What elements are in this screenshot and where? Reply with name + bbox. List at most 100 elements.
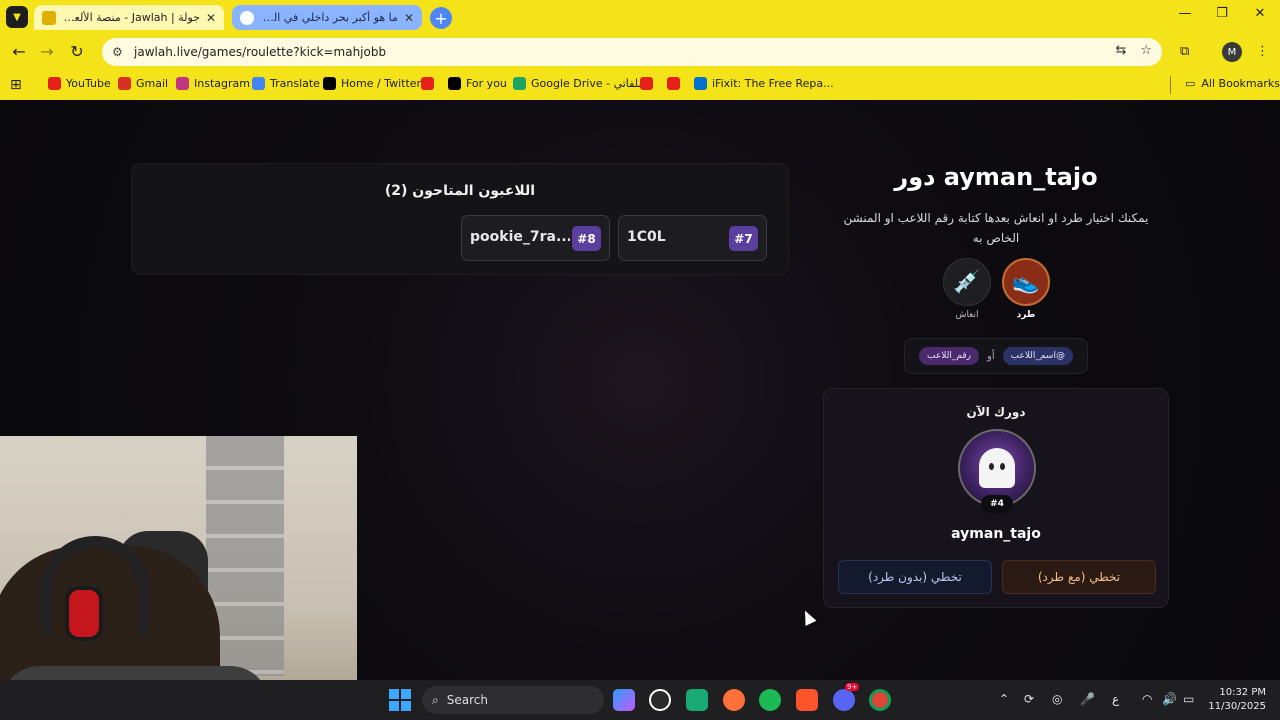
new-tab-button[interactable]: + (430, 7, 452, 29)
forward-button[interactable]: → (36, 42, 58, 61)
ifixit-icon (694, 77, 707, 90)
url-text: jawlah.live/games/roulette?kick=mahjobb (134, 45, 387, 59)
ghost-avatar-icon (979, 448, 1015, 488)
headset-earcup (65, 586, 103, 641)
player-number-badge: #4 (981, 495, 1013, 513)
input-hint: @اسم_اللاعب أو رقم_اللاعب (904, 338, 1088, 374)
taskbar-search[interactable]: ⌕ Search (422, 686, 604, 714)
translate-icon (252, 77, 265, 90)
skip-without-kick-button[interactable]: تخطي (بدون طرد) (838, 560, 992, 594)
turn-description: يمكنك اختيار طرد او انعاش بعدها كتابة رق… (843, 211, 1149, 245)
wifi-icon[interactable]: ◠ (1142, 692, 1152, 706)
site-info-icon[interactable]: ⚙ (112, 45, 126, 59)
revive-action-button[interactable]: 💉 انعاش (942, 258, 992, 320)
time: 10:32 PM (1219, 687, 1266, 698)
instagram-icon (176, 77, 189, 90)
player-mention-chip: @اسم_اللاعب (1002, 347, 1073, 365)
bookmarks-bar: ⊞ YouTube Gmail Instagram Translate Home… (0, 70, 1280, 100)
browser-toolbar: ← → ↻ ⚙ jawlah.live/games/roulette?kick=… (0, 34, 1280, 70)
tab-title: ما هو أكبر بحر داخلي في العالم؟ (260, 11, 398, 24)
brave-icon[interactable] (796, 689, 818, 711)
volume-icon[interactable]: 🔊 (1162, 692, 1177, 706)
youtube-icon (640, 77, 653, 90)
bookmark-ifixit[interactable]: iFixit: The Free Repa... (694, 77, 834, 90)
app-icon[interactable] (686, 689, 708, 711)
gmail-icon (118, 77, 131, 90)
spotify-icon[interactable] (759, 689, 781, 711)
minimize-button[interactable]: — (1170, 6, 1200, 21)
battery-icon[interactable]: ▭ (1183, 692, 1194, 706)
sync-icon[interactable]: ⟳ (1024, 692, 1034, 706)
available-players-title: اللاعبون المتاحون (2) (384, 183, 536, 199)
youtube-icon (421, 77, 434, 90)
kick-action-button[interactable]: 👟 طرد (1001, 258, 1051, 320)
all-bookmarks-button[interactable]: ▭ All Bookmarks (1185, 77, 1280, 90)
or-label: أو (987, 350, 995, 362)
back-button[interactable]: ← (8, 42, 30, 61)
firefox-icon[interactable] (723, 689, 745, 711)
shoe-icon: 👟 (1002, 258, 1050, 306)
windows-start-icon[interactable] (389, 689, 411, 711)
close-tab-icon[interactable]: ✕ (206, 11, 216, 25)
restore-button[interactable]: ❐ (1207, 6, 1237, 21)
tab-title: جولة | Jawlah - منصة الألعاب الت... (62, 11, 200, 24)
player-name: pookie_7ra... (470, 229, 570, 245)
close-window-button[interactable]: ✕ (1245, 6, 1275, 21)
revive-label: انعاش (955, 310, 979, 320)
google-drive-icon (513, 77, 526, 90)
obs-icon[interactable] (649, 689, 671, 711)
bookmark-youtube-2[interactable] (640, 77, 653, 90)
search-label: Search (446, 693, 488, 707)
copilot-icon[interactable] (613, 689, 635, 711)
clock[interactable]: 10:32 PM 11/30/2025 (1208, 686, 1266, 714)
kick-label: طرد (1016, 310, 1036, 320)
x-icon (448, 77, 461, 90)
bookmark-youtube-short[interactable] (421, 77, 434, 90)
address-bar[interactable]: ⚙ jawlah.live/games/roulette?kick=mahjob… (102, 38, 1162, 66)
current-turn-panel: دورك الآن #4 ayman_tajo تخطي (بدون طرد) … (823, 388, 1169, 608)
bookmark-gmail[interactable]: Gmail (118, 77, 168, 90)
tab-jawlah[interactable]: جولة | Jawlah - منصة الألعاب الت... ✕ (34, 5, 224, 30)
bookmark-google-drive[interactable]: Google Drive - ملفاتي (513, 77, 644, 90)
bookmark-twitter-home[interactable]: Home / Twitter (323, 77, 421, 90)
tray-app-icon[interactable]: ◎ (1052, 692, 1062, 706)
chrome-icon[interactable] (869, 689, 891, 711)
extensions-icon[interactable]: ⧉ (1180, 44, 1189, 59)
menu-icon[interactable]: ⋮ (1256, 44, 1269, 59)
microphone-icon[interactable]: 🎤 (1080, 692, 1095, 706)
search-icon: ⌕ (432, 692, 439, 707)
bookmark-for-you[interactable]: For you (448, 77, 507, 90)
bookmark-star-icon[interactable]: ☆ (1140, 43, 1152, 58)
reload-button[interactable]: ↻ (66, 42, 88, 61)
player-name: 1C0L (627, 229, 666, 245)
youtube-icon (667, 77, 680, 90)
bookmark-youtube-3[interactable] (667, 77, 680, 90)
tab-google-search[interactable]: ما هو أكبر بحر داخلي في العالم؟ ✕ (232, 5, 422, 30)
tray-overflow-icon[interactable]: ⌃ (999, 692, 1009, 706)
syringe-icon: 💉 (943, 258, 991, 306)
discord-icon[interactable]: 9+ (833, 683, 860, 711)
tab-strip: ▼ جولة | Jawlah - منصة الألعاب الت... ✕ … (0, 0, 1280, 34)
bookmark-translate[interactable]: Translate (252, 77, 320, 90)
webcam-overlay (0, 436, 357, 720)
mouse-cursor-icon (799, 608, 817, 626)
turn-title: دور ayman_tajo (894, 163, 1098, 191)
tab-search-button[interactable]: ▼ (6, 6, 28, 28)
player-number-chip: رقم_اللاعب (919, 347, 979, 365)
date: 11/30/2025 (1208, 701, 1266, 712)
current-player-name: ayman_tajo (951, 526, 1041, 542)
profile-avatar[interactable]: M (1222, 42, 1242, 62)
player-number-badge: #7 (729, 226, 758, 251)
player-card[interactable]: pookie_7ra... #8 (461, 215, 610, 261)
bookmark-instagram[interactable]: Instagram (176, 77, 250, 90)
bookmark-youtube[interactable]: YouTube (48, 77, 111, 90)
apps-grid-icon[interactable]: ⊞ (10, 77, 22, 93)
youtube-icon (48, 77, 61, 90)
your-turn-title: دورك الآن (966, 405, 1026, 419)
jawlah-favicon-icon (42, 10, 56, 25)
input-language[interactable]: ع (1112, 692, 1119, 706)
translate-icon[interactable]: ⇆ (1115, 43, 1126, 58)
close-tab-icon[interactable]: ✕ (404, 11, 414, 25)
player-card[interactable]: 1C0L #7 (618, 215, 767, 261)
skip-with-kick-button[interactable]: تخطي (مع طرد) (1002, 560, 1156, 594)
